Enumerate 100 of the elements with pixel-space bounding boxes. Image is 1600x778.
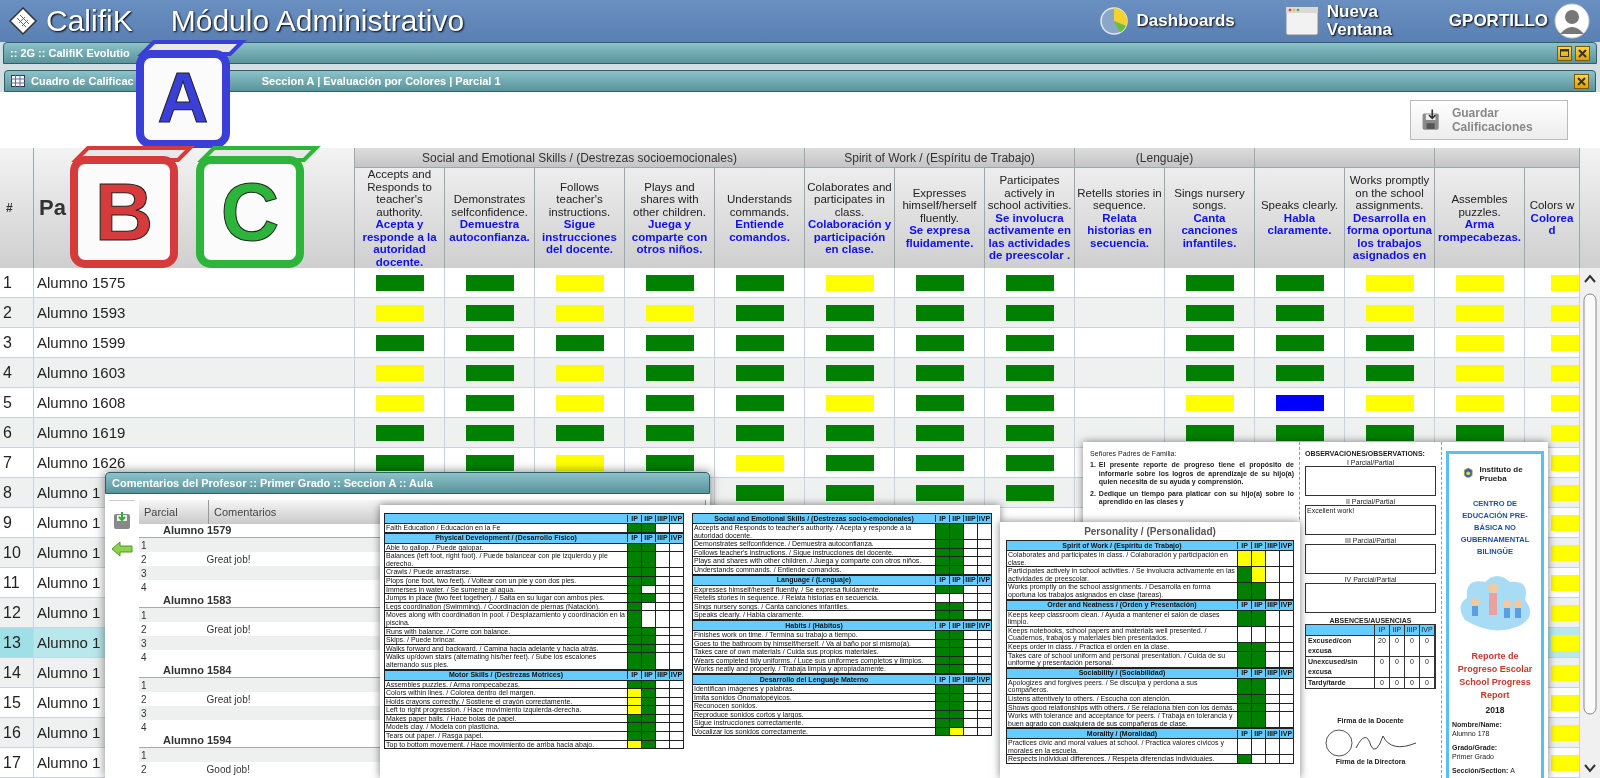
window-title: Seccion A | Evaluación por Colores | Parcial 1 <box>261 75 501 87</box>
window-title: Cuadro de Calificac <box>31 75 134 87</box>
grade-bar[interactable] <box>1185 334 1234 351</box>
grade-bar[interactable] <box>375 424 424 441</box>
grade-bar[interactable] <box>915 274 964 291</box>
grade-bar[interactable] <box>1275 334 1324 351</box>
grade-bar[interactable] <box>645 424 694 441</box>
grade-bar[interactable] <box>645 334 694 351</box>
column-header: Pa <box>39 195 66 221</box>
grade-bar[interactable] <box>1275 364 1324 381</box>
table-row[interactable]: 1 Alumno 1575 <box>0 268 1580 298</box>
nav-link[interactable]: Nueva Ventana <box>1284 3 1399 39</box>
report-title: Reporte de Progreso Escolar <box>1456 650 1534 676</box>
row-number: 4 <box>0 358 34 387</box>
grade-bar[interactable] <box>465 364 514 381</box>
grade-bar[interactable] <box>1005 424 1054 441</box>
grade-bar[interactable] <box>735 364 784 381</box>
grade-bar[interactable] <box>915 454 964 471</box>
grade-bar[interactable] <box>645 274 694 291</box>
nav-link[interactable]: Dashboards <box>1098 6 1235 36</box>
grade-bar[interactable] <box>1275 274 1324 291</box>
row-number: 2 <box>0 298 34 327</box>
grade-bar[interactable] <box>825 454 874 471</box>
grade-bar[interactable] <box>555 334 604 351</box>
grade-bar[interactable] <box>1365 334 1414 351</box>
grade-bar[interactable] <box>1185 364 1234 381</box>
grade-bar[interactable] <box>735 274 784 291</box>
student-name: Alumno 1619 <box>34 418 355 447</box>
grade-bar[interactable] <box>825 334 874 351</box>
grade-bar[interactable] <box>825 424 874 441</box>
grade-bar[interactable] <box>735 424 784 441</box>
grade-bar[interactable] <box>375 334 424 351</box>
grade-bar[interactable] <box>465 394 514 411</box>
grade-bar[interactable] <box>735 394 784 411</box>
maximize-button[interactable] <box>1557 45 1572 61</box>
grade-bar[interactable] <box>915 334 964 351</box>
table-row[interactable]: 4 Alumno 1603 <box>0 358 1580 388</box>
grade-bar[interactable] <box>645 454 694 471</box>
report-year: 2018 <box>1485 705 1505 715</box>
grade-bar[interactable] <box>735 484 784 501</box>
grade-bar[interactable] <box>1185 304 1234 321</box>
grade-bar[interactable] <box>735 334 784 351</box>
grade-bar[interactable] <box>465 304 514 321</box>
grade-bar[interactable] <box>645 394 694 411</box>
student-name: Alumno 1599 <box>34 328 355 357</box>
close-button[interactable] <box>1575 45 1590 61</box>
app-title: CalifiK <box>46 4 133 38</box>
comment-text: Great job! <box>206 693 251 705</box>
grade-bar[interactable] <box>825 304 874 321</box>
grade-bar[interactable] <box>1275 394 1324 411</box>
close-button[interactable] <box>1574 73 1589 89</box>
grade-bar[interactable] <box>735 304 784 321</box>
grade-bar[interactable] <box>915 484 964 501</box>
close-icon <box>1578 48 1587 58</box>
grade-bar[interactable] <box>1005 484 1054 501</box>
table-row[interactable]: 6 Alumno 1619 <box>0 418 1580 448</box>
grade-bar[interactable] <box>465 274 514 291</box>
grade-bar[interactable] <box>1275 304 1324 321</box>
grade-bar[interactable] <box>915 394 964 411</box>
grade-bar[interactable] <box>915 424 964 441</box>
grade-bar[interactable] <box>1275 424 1324 441</box>
back-arrow-icon[interactable] <box>111 541 133 557</box>
comment-text: Good job! <box>206 763 250 775</box>
period-number: 2 <box>141 553 147 565</box>
student-name: Alumno 1608 <box>34 388 355 417</box>
grade-bar[interactable] <box>465 334 514 351</box>
grade-bar[interactable] <box>645 364 694 381</box>
grade-bar[interactable] <box>1005 304 1054 321</box>
grade-bar[interactable] <box>1005 334 1054 351</box>
grade-bar[interactable] <box>1365 364 1414 381</box>
grade-bar[interactable] <box>915 364 964 381</box>
grade-bar[interactable] <box>1005 274 1054 291</box>
grade-bar[interactable] <box>1455 424 1504 441</box>
table-row[interactable]: 5 Alumno 1608 <box>0 388 1580 418</box>
grade-bar[interactable] <box>1185 424 1234 441</box>
grade-bar[interactable] <box>1185 274 1234 291</box>
vertical-scrollbar[interactable] <box>1580 268 1600 778</box>
grade-bar[interactable] <box>1365 424 1414 441</box>
grade-bar[interactable] <box>375 274 424 291</box>
student-name: Alumno 1593 <box>34 298 355 327</box>
avatar-icon[interactable] <box>1554 3 1590 39</box>
group-header: Spirit of Work / (Espíritu de Trabajo) <box>805 148 1075 168</box>
save-icon[interactable] <box>112 511 132 531</box>
window-title: :: 2G :: CalifiK Evolutio <box>10 47 130 59</box>
grade-bar[interactable] <box>465 424 514 441</box>
period-number: 1 <box>141 539 147 551</box>
row-number: 7 <box>0 448 34 477</box>
grade-bar[interactable] <box>1005 454 1054 471</box>
grade-bar[interactable] <box>915 304 964 321</box>
grade-bar[interactable] <box>1005 394 1054 411</box>
user-name: GPORTILLO <box>1448 11 1548 31</box>
table-row[interactable]: 2 Alumno 1593 <box>0 298 1580 328</box>
grade-bar[interactable] <box>555 424 604 441</box>
grade-bar[interactable] <box>375 454 424 471</box>
grade-bar[interactable] <box>1005 364 1054 381</box>
grade-bar[interactable] <box>825 484 874 501</box>
grade-bar[interactable] <box>825 364 874 381</box>
grade-bar[interactable] <box>465 454 514 471</box>
group-header: Social and Emotional Skills / (Destrezas socioemocionales) <box>355 148 805 168</box>
table-row[interactable]: 3 Alumno 1599 <box>0 328 1580 358</box>
